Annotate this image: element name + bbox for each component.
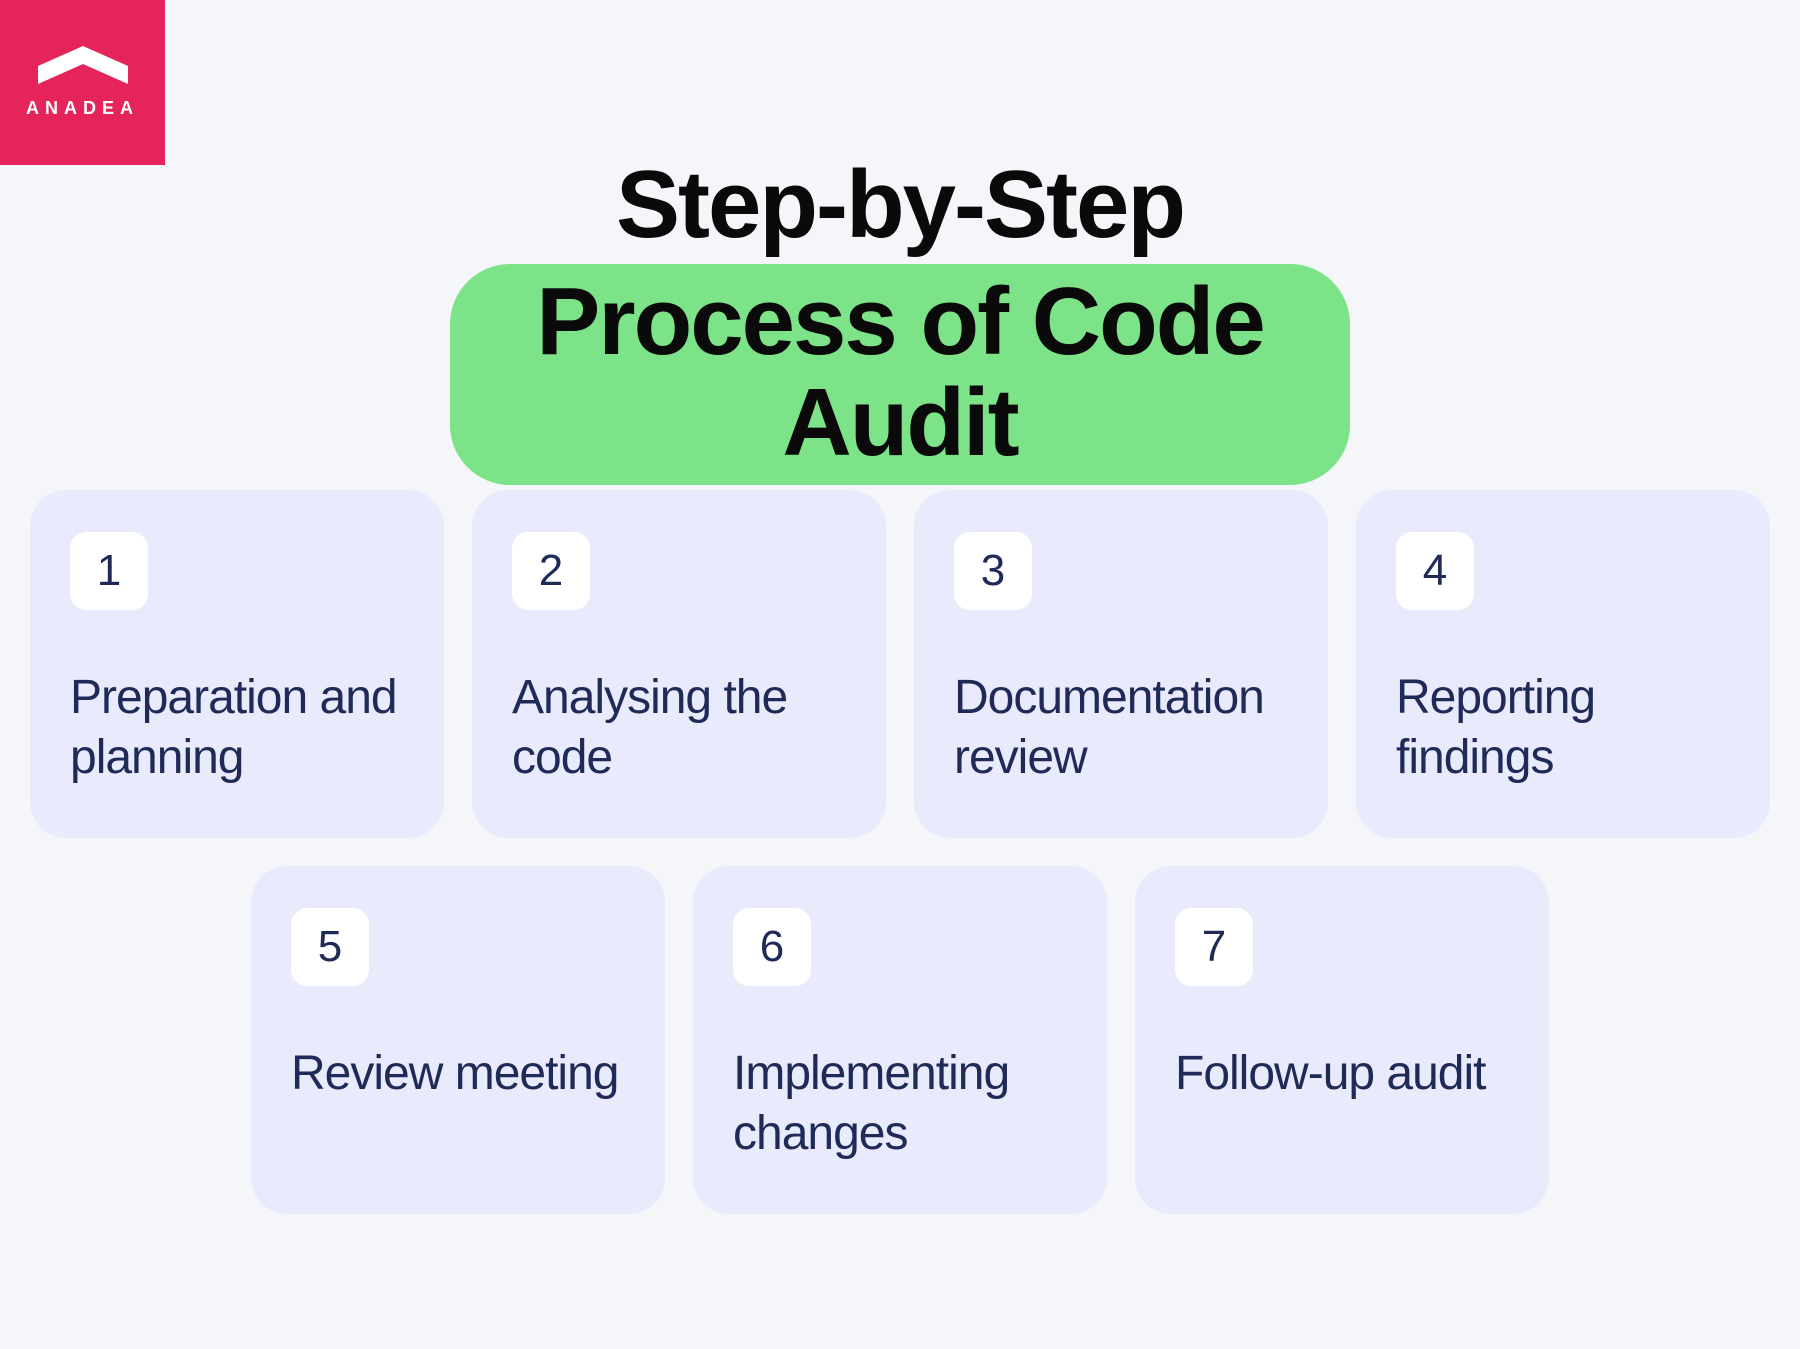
- page-title: Step-by-Step Process of Code Audit: [450, 155, 1350, 485]
- step-label: Follow-up audit: [1175, 1044, 1509, 1104]
- step-card: 5 Review meeting: [251, 866, 665, 1214]
- step-label: Analysing the code: [512, 668, 846, 788]
- step-label: Preparation and planning: [70, 668, 404, 788]
- step-label: Documenta­tion review: [954, 668, 1288, 788]
- step-card: 3 Documenta­tion review: [914, 490, 1328, 838]
- step-label: Reporting findings: [1396, 668, 1730, 788]
- step-card: 6 Implementing changes: [693, 866, 1107, 1214]
- title-line-2-highlight: Process of Code Audit: [450, 264, 1350, 486]
- brand-name: ANADEA: [26, 98, 139, 119]
- title-line-1: Step-by-Step: [450, 155, 1350, 256]
- step-number: 7: [1175, 908, 1253, 986]
- step-number: 2: [512, 532, 590, 610]
- step-card: 4 Reporting findings: [1356, 490, 1770, 838]
- step-label: Review meeting: [291, 1044, 625, 1104]
- steps-grid: 1 Preparation and planning 2 Analysing t…: [30, 490, 1770, 1214]
- steps-row-1: 1 Preparation and planning 2 Analysing t…: [30, 490, 1770, 838]
- step-number: 3: [954, 532, 1032, 610]
- step-number: 1: [70, 532, 148, 610]
- chevron-up-icon: [38, 46, 128, 84]
- step-card: 1 Preparation and planning: [30, 490, 444, 838]
- step-number: 4: [1396, 532, 1474, 610]
- step-label: Implementing changes: [733, 1044, 1067, 1164]
- step-number: 6: [733, 908, 811, 986]
- step-card: 2 Analysing the code: [472, 490, 886, 838]
- step-number: 5: [291, 908, 369, 986]
- step-card: 7 Follow-up audit: [1135, 866, 1549, 1214]
- steps-row-2: 5 Review meeting 6 Implementing changes …: [30, 866, 1770, 1214]
- brand-logo: ANADEA: [0, 0, 165, 165]
